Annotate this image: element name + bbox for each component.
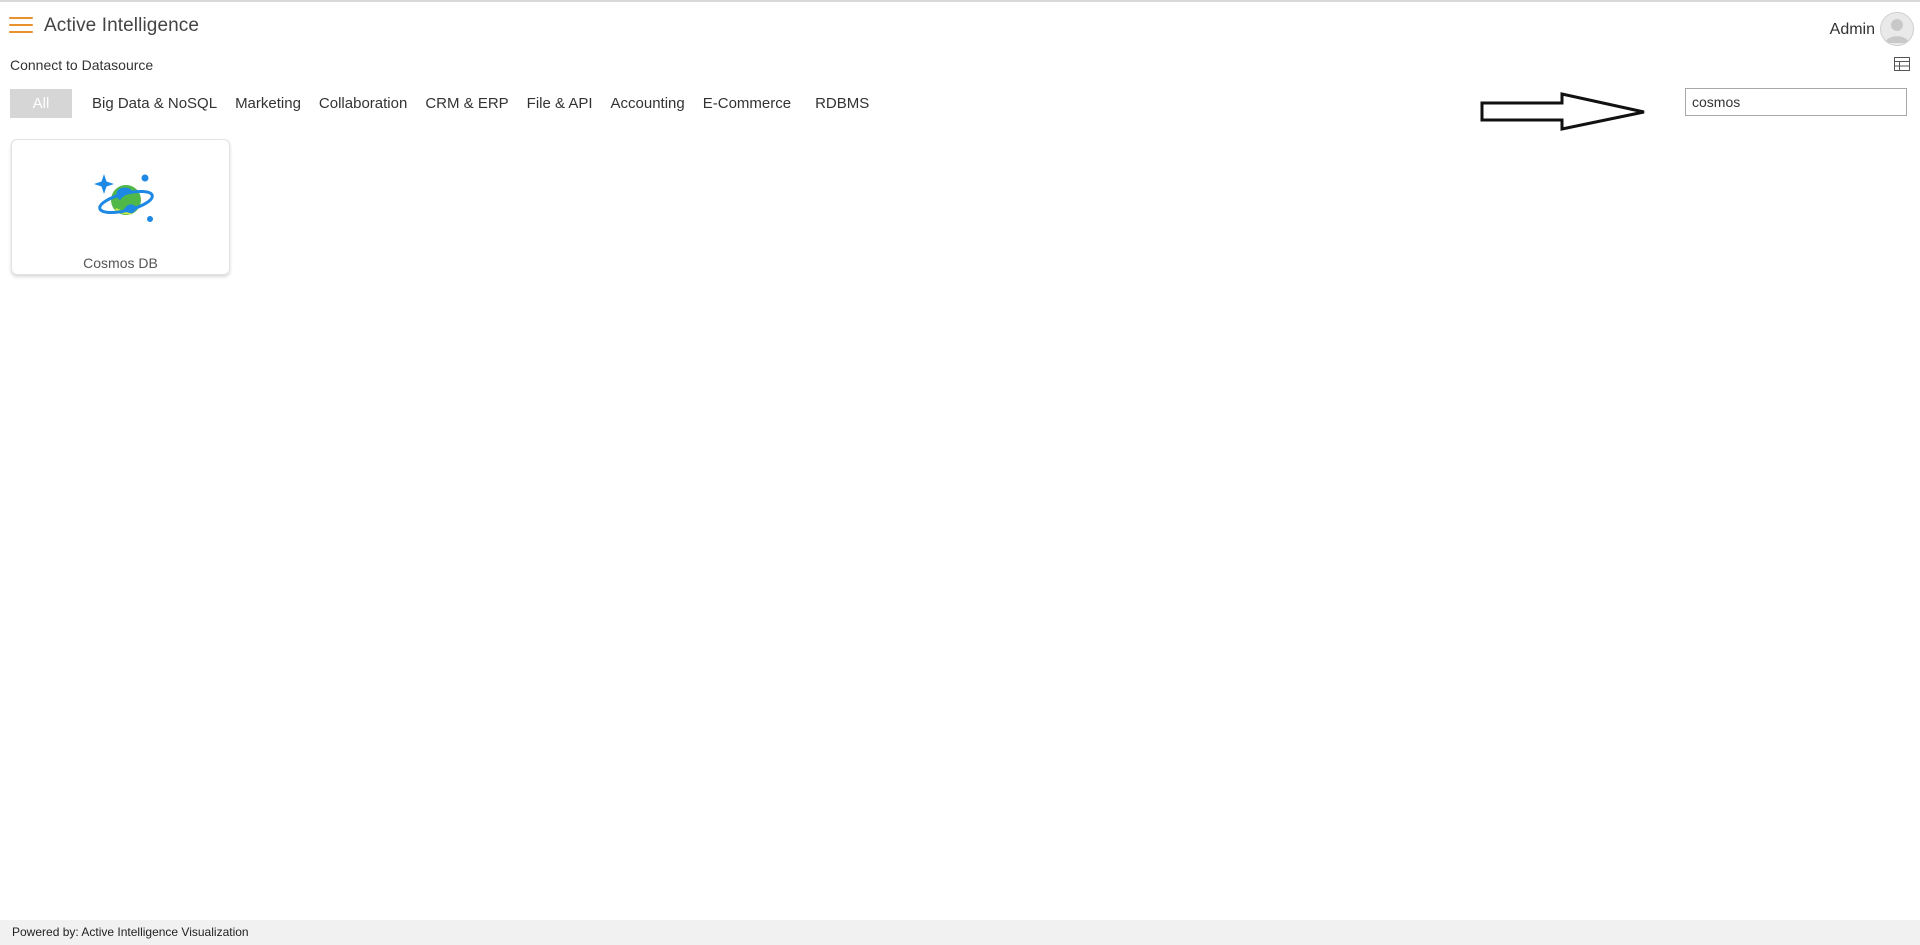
search-input[interactable] bbox=[1685, 88, 1907, 116]
right-arrow-icon bbox=[1478, 92, 1648, 132]
tab-e-commerce[interactable]: E-Commerce bbox=[694, 89, 800, 118]
table-grid-icon[interactable] bbox=[1894, 57, 1910, 71]
datasource-card-label: Cosmos DB bbox=[83, 255, 158, 271]
user-avatar-icon[interactable] bbox=[1880, 12, 1914, 46]
datasource-card-cosmos-db[interactable]: Cosmos DB bbox=[11, 139, 230, 275]
app-title: Active Intelligence bbox=[44, 15, 200, 36]
category-tabs: All Big Data & NoSQL Marketing Collabora… bbox=[10, 89, 878, 118]
app-header: Active Intelligence Admin bbox=[0, 2, 1920, 52]
tab-collaboration[interactable]: Collaboration bbox=[310, 89, 416, 118]
user-name[interactable]: Admin bbox=[1830, 21, 1875, 39]
tab-marketing[interactable]: Marketing bbox=[226, 89, 310, 118]
tab-all[interactable]: All bbox=[10, 89, 72, 118]
tab-file-api[interactable]: File & API bbox=[518, 89, 602, 118]
cosmos-db-icon bbox=[92, 172, 156, 228]
tab-crm-erp[interactable]: CRM & ERP bbox=[416, 89, 517, 118]
footer-text: Powered by: Active Intelligence Visualiz… bbox=[12, 925, 249, 939]
tab-rdbms[interactable]: RDBMS bbox=[806, 89, 878, 118]
footer: Powered by: Active Intelligence Visualiz… bbox=[0, 920, 1920, 945]
page-title: Connect to Datasource bbox=[10, 57, 154, 73]
hamburger-menu-icon[interactable] bbox=[9, 17, 33, 37]
tab-accounting[interactable]: Accounting bbox=[602, 89, 694, 118]
tab-big-data-nosql[interactable]: Big Data & NoSQL bbox=[83, 89, 226, 118]
